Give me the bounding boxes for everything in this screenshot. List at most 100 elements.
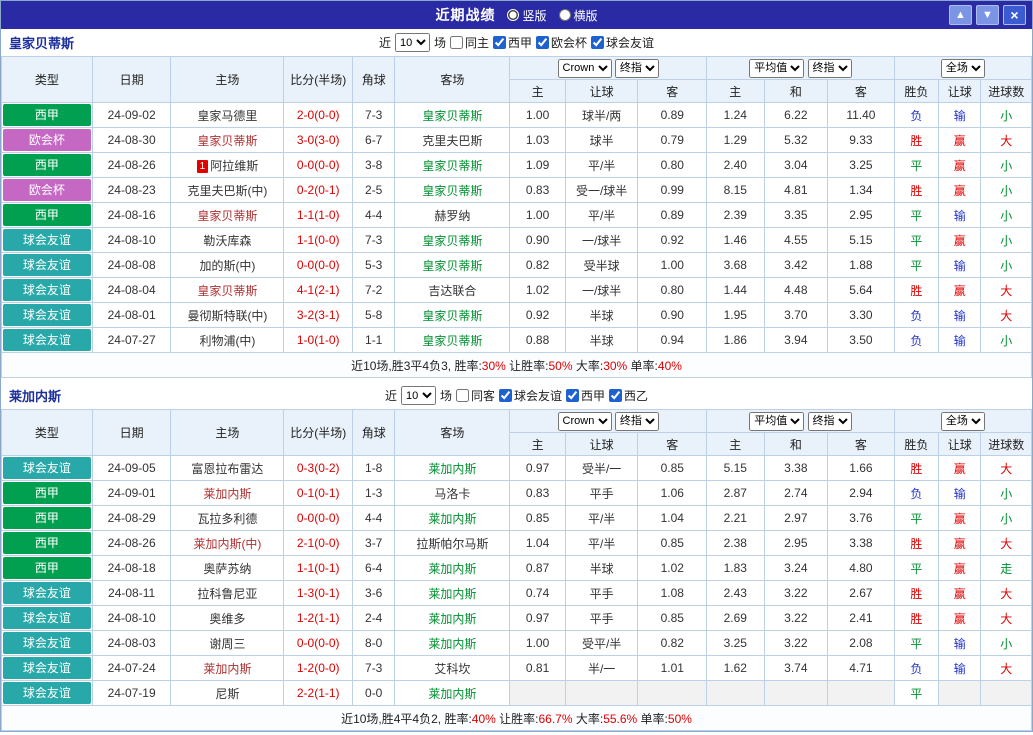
layout-vertical-option[interactable]: 竖版 xyxy=(507,7,546,24)
away-team[interactable]: 皇家贝蒂斯 xyxy=(422,234,482,248)
away-team[interactable]: 皇家贝蒂斯 xyxy=(422,259,482,273)
match-score[interactable]: 0-0(0-0) xyxy=(297,258,340,272)
away-team[interactable]: 莱加内斯 xyxy=(428,562,476,576)
match-score[interactable]: 2-2(1-1) xyxy=(297,686,340,700)
league-checkbox[interactable] xyxy=(591,36,604,49)
home-team[interactable]: 莱加内斯(中) xyxy=(193,537,261,551)
team-name[interactable]: 皇家贝蒂斯 xyxy=(9,33,379,52)
match-score[interactable]: 0-1(0-1) xyxy=(297,486,340,500)
away-team[interactable]: 莱加内斯 xyxy=(428,512,476,526)
away-team[interactable]: 莱加内斯 xyxy=(428,687,476,701)
same-venue-checkbox[interactable] xyxy=(450,36,463,49)
same-venue-filter[interactable]: 同客 xyxy=(456,387,495,404)
close-button[interactable]: × xyxy=(1003,5,1026,25)
match-score[interactable]: 1-2(1-1) xyxy=(297,611,340,625)
match-score[interactable]: 0-3(0-2) xyxy=(297,461,340,475)
match-score[interactable]: 0-0(0-0) xyxy=(297,511,340,525)
horizontal-radio[interactable] xyxy=(559,9,571,21)
move-up-button[interactable]: ▲ xyxy=(949,5,972,25)
away-team[interactable]: 皇家贝蒂斯 xyxy=(422,309,482,323)
league-checkbox[interactable] xyxy=(609,389,622,402)
home-team[interactable]: 奥萨苏纳 xyxy=(203,562,251,576)
league-filter-laliga[interactable]: 西甲 xyxy=(566,387,605,404)
eu-average-select[interactable]: 平均值 xyxy=(749,59,804,78)
eu-average-select[interactable]: 平均值 xyxy=(749,412,804,431)
match-score[interactable]: 1-1(0-1) xyxy=(297,561,340,575)
same-venue-checkbox[interactable] xyxy=(456,389,469,402)
home-team[interactable]: 尼斯 xyxy=(215,687,239,701)
result-ou: 大 xyxy=(981,581,1032,606)
home-team[interactable]: 加的斯(中) xyxy=(199,259,255,273)
home-team[interactable]: 阿拉维斯 xyxy=(210,159,258,173)
league-filter-laliga2[interactable]: 西乙 xyxy=(609,387,648,404)
away-team[interactable]: 莱加内斯 xyxy=(428,462,476,476)
league-filter-friendly[interactable]: 球会友谊 xyxy=(591,34,654,51)
home-team[interactable]: 皇家贝蒂斯 xyxy=(197,134,257,148)
home-team[interactable]: 皇家马德里 xyxy=(197,109,257,123)
away-team[interactable]: 拉斯帕尔马斯 xyxy=(416,537,488,551)
away-team[interactable]: 马洛卡 xyxy=(434,487,470,501)
match-score[interactable]: 1-1(1-0) xyxy=(297,208,340,222)
home-team[interactable]: 勒沃库森 xyxy=(203,234,251,248)
league-filter-uecl[interactable]: 欧会杯 xyxy=(536,34,587,51)
home-team[interactable]: 曼彻斯特联(中) xyxy=(187,309,267,323)
away-team[interactable]: 皇家贝蒂斯 xyxy=(422,159,482,173)
home-team[interactable]: 莱加内斯 xyxy=(203,487,251,501)
home-team[interactable]: 谢周三 xyxy=(209,637,245,651)
away-team[interactable]: 克里夫巴斯 xyxy=(422,134,482,148)
home-team[interactable]: 利物浦(中) xyxy=(199,334,255,348)
bookmaker-select[interactable]: Crown xyxy=(558,59,612,78)
home-team[interactable]: 富恩拉布雷达 xyxy=(191,462,263,476)
home-team[interactable]: 莱加内斯 xyxy=(203,662,251,676)
away-team[interactable]: 吉达联合 xyxy=(428,284,476,298)
match-score[interactable]: 1-2(0-0) xyxy=(297,661,340,675)
away-team[interactable]: 莱加内斯 xyxy=(428,637,476,651)
home-team[interactable]: 拉科鲁尼亚 xyxy=(197,587,257,601)
away-team[interactable]: 皇家贝蒂斯 xyxy=(422,109,482,123)
home-team[interactable]: 克里夫巴斯(中) xyxy=(187,184,267,198)
league-checkbox[interactable] xyxy=(536,36,549,49)
match-score[interactable]: 0-2(0-1) xyxy=(297,183,340,197)
home-team[interactable]: 奥维多 xyxy=(209,612,245,626)
scope-select[interactable]: 全场 xyxy=(941,59,985,78)
match-score[interactable]: 1-3(0-1) xyxy=(297,586,340,600)
match-count-select[interactable]: 10 xyxy=(401,386,436,405)
match-score[interactable]: 3-2(3-1) xyxy=(297,308,340,322)
bookmaker-select[interactable]: Crown xyxy=(558,412,612,431)
match-score[interactable]: 3-0(3-0) xyxy=(297,133,340,147)
match-score[interactable]: 0-0(0-0) xyxy=(297,636,340,650)
match-count-select[interactable]: 10 xyxy=(395,33,430,52)
match-score[interactable]: 2-1(0-0) xyxy=(297,536,340,550)
away-team[interactable]: 赫罗纳 xyxy=(434,209,470,223)
vertical-radio[interactable] xyxy=(507,9,519,21)
away-team[interactable]: 莱加内斯 xyxy=(428,587,476,601)
away-team[interactable]: 皇家贝蒂斯 xyxy=(422,334,482,348)
away-team[interactable]: 皇家贝蒂斯 xyxy=(422,184,482,198)
league-filter-laliga[interactable]: 西甲 xyxy=(493,34,532,51)
eu-final-select[interactable]: 终指 xyxy=(808,59,852,78)
match-date: 24-08-10 xyxy=(92,228,171,253)
match-score[interactable]: 2-0(0-0) xyxy=(297,108,340,122)
eu-final-select[interactable]: 终指 xyxy=(808,412,852,431)
away-team[interactable]: 艾科坎 xyxy=(434,662,470,676)
home-team[interactable]: 皇家贝蒂斯 xyxy=(197,209,257,223)
ah-final-select[interactable]: 终指 xyxy=(615,412,659,431)
league-checkbox[interactable] xyxy=(493,36,506,49)
ah-away-odds: 1.08 xyxy=(638,581,707,606)
match-score[interactable]: 4-1(2-1) xyxy=(297,283,340,297)
league-filter-friendly[interactable]: 球会友谊 xyxy=(499,387,562,404)
home-team[interactable]: 皇家贝蒂斯 xyxy=(197,284,257,298)
away-team[interactable]: 莱加内斯 xyxy=(428,612,476,626)
team-name[interactable]: 莱加内斯 xyxy=(9,386,385,405)
scope-select[interactable]: 全场 xyxy=(941,412,985,431)
layout-horizontal-option[interactable]: 横版 xyxy=(559,7,598,24)
league-checkbox[interactable] xyxy=(566,389,579,402)
match-score[interactable]: 1-0(1-0) xyxy=(297,333,340,347)
league-checkbox[interactable] xyxy=(499,389,512,402)
match-score[interactable]: 1-1(0-0) xyxy=(297,233,340,247)
match-score[interactable]: 0-0(0-0) xyxy=(297,158,340,172)
same-venue-filter[interactable]: 同主 xyxy=(450,34,489,51)
ah-final-select[interactable]: 终指 xyxy=(615,59,659,78)
move-down-button[interactable]: ▼ xyxy=(976,5,999,25)
home-team[interactable]: 瓦拉多利德 xyxy=(197,512,257,526)
